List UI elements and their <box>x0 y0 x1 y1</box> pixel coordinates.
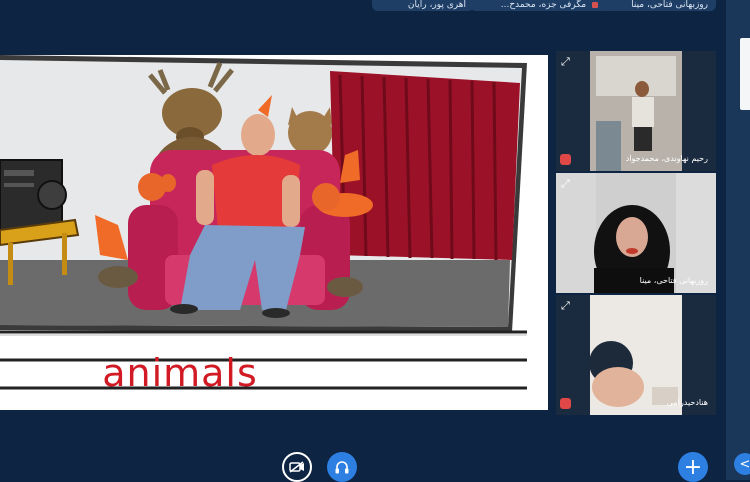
expand-icon[interactable]: ⤢ <box>561 55 575 69</box>
actions-button[interactable]: + <box>678 452 708 482</box>
panel-toggle-button[interactable]: < <box>734 453 750 475</box>
expand-icon[interactable]: ⤢ <box>561 177 575 191</box>
side-panel-card <box>740 38 750 110</box>
vocabulary-word: animals <box>102 351 258 395</box>
video-tile[interactable]: ⤢ رحیم نهاوندی، محمدجواد <box>556 51 716 171</box>
stereo-speaker <box>0 159 67 231</box>
participant-video <box>556 173 716 293</box>
video-tile[interactable]: ⤢ روزبهانی فتاحی، مینا <box>556 173 716 293</box>
camera-off-button[interactable] <box>282 452 312 482</box>
camera-icon <box>592 1 598 8</box>
audio-button[interactable] <box>327 452 357 482</box>
shared-screen: animals <box>0 55 548 410</box>
headphones-icon <box>335 460 349 473</box>
participant-chip[interactable]: روزبهانی فتاحی، مینا <box>598 0 716 11</box>
expand-icon[interactable]: ⤢ <box>561 299 575 313</box>
video-tile[interactable]: ⤢ هنادحیدرامی <box>556 295 716 415</box>
plus-icon: + <box>683 454 703 480</box>
chevron-left-icon: < <box>739 456 750 472</box>
participant-video <box>556 51 716 171</box>
mic-muted-icon <box>560 398 571 409</box>
participant-video <box>556 295 716 415</box>
participant-chip[interactable]: اهری پور، رایان <box>372 0 474 11</box>
mic-muted-icon <box>560 154 571 165</box>
participant-chip[interactable]: مگرفی جزه، محمدح... <box>470 0 606 11</box>
camera-off-icon <box>289 461 304 473</box>
